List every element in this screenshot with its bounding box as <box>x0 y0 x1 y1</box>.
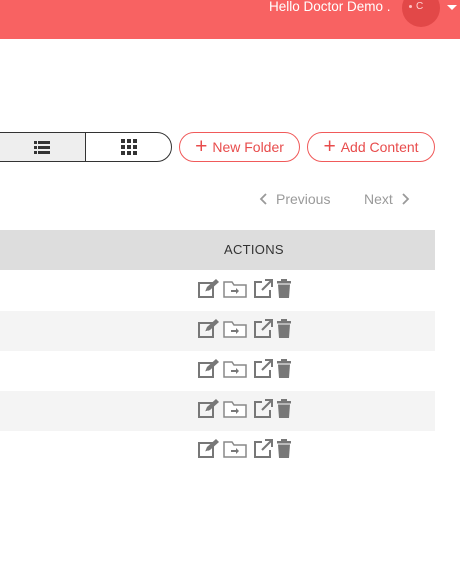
next-label: Next <box>364 191 393 207</box>
previous-page-button[interactable]: Previous <box>258 190 330 208</box>
edit-icon[interactable] <box>198 318 220 344</box>
chevron-right-icon <box>402 193 410 205</box>
table-row <box>0 311 435 351</box>
delete-icon[interactable] <box>276 439 292 463</box>
grid-view-icon <box>120 139 137 155</box>
add-content-button[interactable]: + Add Content <box>307 132 435 162</box>
move-to-folder-icon[interactable] <box>223 280 247 303</box>
table-row <box>0 391 435 431</box>
open-external-icon[interactable] <box>253 438 273 464</box>
open-external-icon[interactable] <box>253 398 273 424</box>
view-toggle <box>0 132 172 162</box>
move-to-folder-icon[interactable] <box>223 400 247 423</box>
greeting-text: Hello Doctor Demo . <box>269 0 391 14</box>
delete-icon[interactable] <box>276 319 292 343</box>
move-to-folder-icon[interactable] <box>223 320 247 343</box>
row-actions <box>198 358 292 384</box>
table-row <box>0 431 435 471</box>
top-bar: Hello Doctor Demo . C <box>0 0 460 39</box>
avatar[interactable]: C <box>402 0 440 27</box>
table-row <box>0 271 435 311</box>
edit-icon[interactable] <box>198 438 220 464</box>
row-actions <box>198 318 292 344</box>
avatar-initial: C <box>416 1 424 12</box>
open-external-icon[interactable] <box>253 358 273 384</box>
open-external-icon[interactable] <box>253 278 273 304</box>
open-external-icon[interactable] <box>253 318 273 344</box>
row-actions <box>198 398 292 424</box>
add-content-label: Add Content <box>340 139 419 155</box>
edit-icon[interactable] <box>198 278 220 304</box>
column-header-actions: ACTIONS <box>224 242 284 257</box>
edit-icon[interactable] <box>198 358 220 384</box>
user-menu-caret-icon[interactable] <box>447 5 457 10</box>
move-to-folder-icon[interactable] <box>223 360 247 383</box>
row-actions <box>198 278 292 304</box>
next-page-button[interactable]: Next <box>364 190 411 208</box>
new-folder-label: New Folder <box>212 139 284 155</box>
delete-icon[interactable] <box>276 279 292 303</box>
previous-label: Previous <box>276 191 331 207</box>
move-to-folder-icon[interactable] <box>223 440 247 463</box>
chevron-left-icon <box>259 193 267 205</box>
delete-icon[interactable] <box>276 359 292 383</box>
grid-view-button[interactable] <box>86 133 171 161</box>
edit-icon[interactable] <box>198 398 220 424</box>
delete-icon[interactable] <box>276 399 292 423</box>
avatar-dot <box>409 5 412 8</box>
list-view-button[interactable] <box>0 133 86 161</box>
plus-icon: + <box>195 135 208 158</box>
plus-icon: + <box>323 135 336 158</box>
list-view-icon <box>34 140 50 154</box>
new-folder-button[interactable]: + New Folder <box>179 132 300 162</box>
row-actions <box>198 438 292 464</box>
table-row <box>0 351 435 391</box>
table-header: ACTIONS <box>0 230 435 270</box>
